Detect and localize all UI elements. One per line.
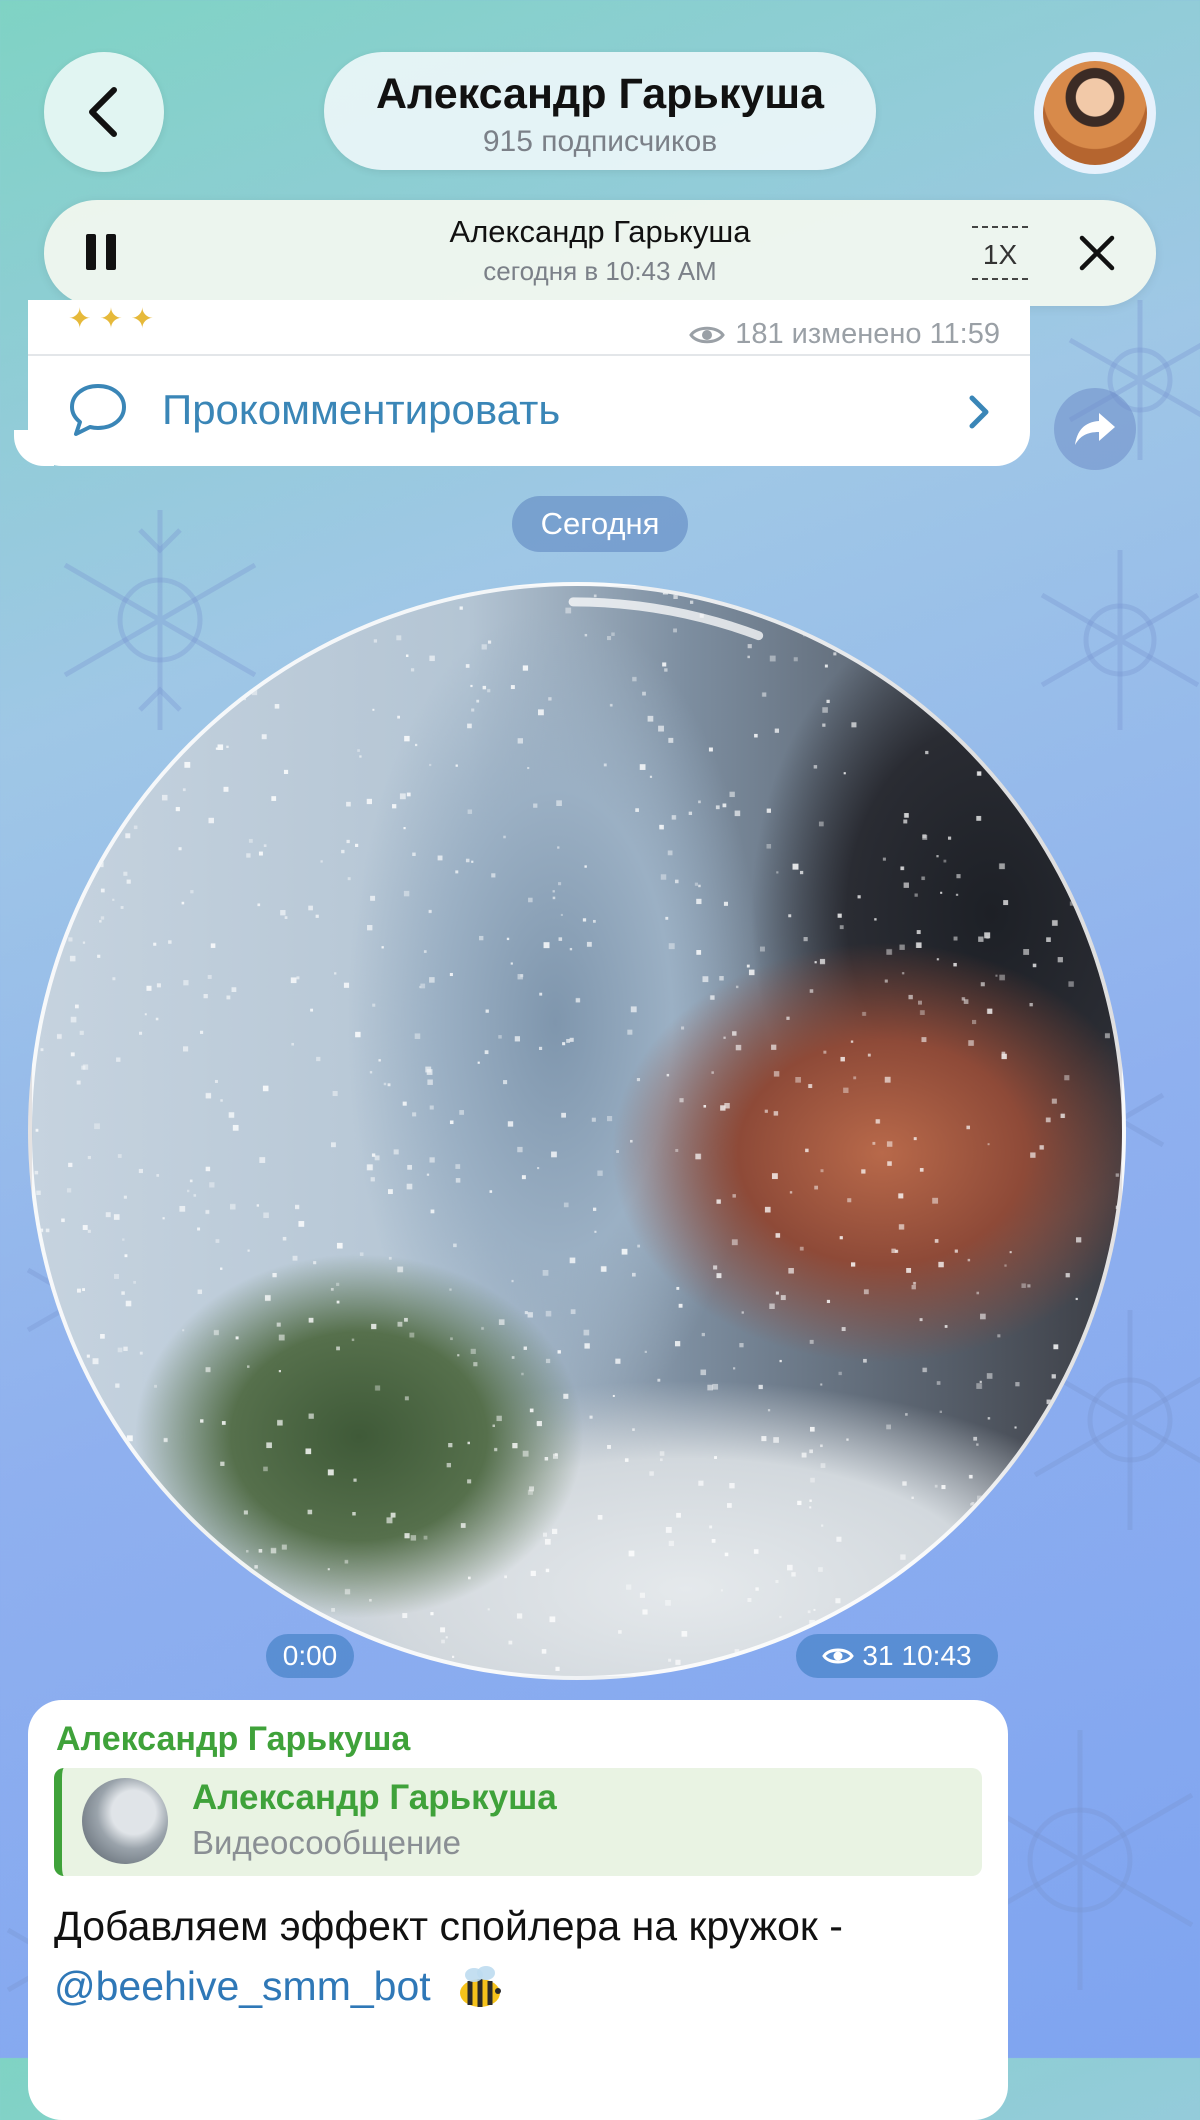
- date-separator: Сегодня: [512, 496, 688, 552]
- channel-name: Александр Гарькуша: [375, 70, 825, 118]
- sparkle-decoration: ✦ ✦ ✦: [68, 303, 154, 334]
- reply-preview[interactable]: Александр Гарькуша Видеосообщение: [54, 1768, 982, 1876]
- back-button[interactable]: [44, 52, 164, 172]
- video-time: 10:43: [901, 1640, 972, 1671]
- playback-speed-button[interactable]: 1X: [972, 226, 1028, 280]
- video-views: 31: [862, 1640, 894, 1671]
- message-text: Добавляем эффект спойлера на кружок - @b…: [54, 1896, 984, 2017]
- comment-icon: [70, 384, 126, 436]
- video-message-circle[interactable]: [28, 582, 1126, 1680]
- close-player-button[interactable]: [1074, 230, 1120, 276]
- share-icon: [1075, 413, 1115, 445]
- message-bubble[interactable]: Александр Гарькуша Александр Гарькуша Ви…: [28, 1700, 1008, 2120]
- comment-label: Прокомментировать: [162, 386, 561, 433]
- message-body: Добавляем эффект спойлера на кружок -: [54, 1903, 843, 1949]
- back-chevron-icon: [89, 87, 117, 137]
- reply-author: Александр Гарькуша: [192, 1778, 557, 1817]
- media-player-bar[interactable]: Александр Гарькуша сегодня в 10:43 AM 1X: [44, 200, 1156, 306]
- channel-title-pill[interactable]: Александр Гарькуша 915 подписчиков: [324, 52, 876, 170]
- reply-thumbnail: [82, 1778, 168, 1864]
- message-author[interactable]: Александр Гарькуша: [56, 1720, 410, 1759]
- post-views-edited: 181 изменено 11:59: [689, 318, 1000, 351]
- playback-progress-arc: [568, 597, 764, 641]
- avatar: [1043, 61, 1147, 165]
- share-button[interactable]: [1054, 388, 1136, 470]
- bee-emoji-icon: [460, 1966, 502, 2008]
- close-icon: [1079, 235, 1115, 271]
- chevron-right-icon: [969, 395, 989, 429]
- views-edited-label: 181 изменено 11:59: [735, 318, 1000, 350]
- video-views-time: 31 10:43: [796, 1634, 998, 1678]
- channel-avatar-button[interactable]: [1034, 52, 1156, 174]
- eye-icon: [822, 1648, 855, 1664]
- bot-link[interactable]: @beehive_smm_bot: [54, 1963, 431, 2009]
- comment-button[interactable]: Прокомментировать: [28, 356, 1030, 466]
- subscriber-count: 915 подписчиков: [482, 125, 718, 158]
- reply-type: Видеосообщение: [192, 1824, 462, 1861]
- eye-icon: [689, 326, 726, 343]
- video-duration: 0:00: [266, 1634, 354, 1678]
